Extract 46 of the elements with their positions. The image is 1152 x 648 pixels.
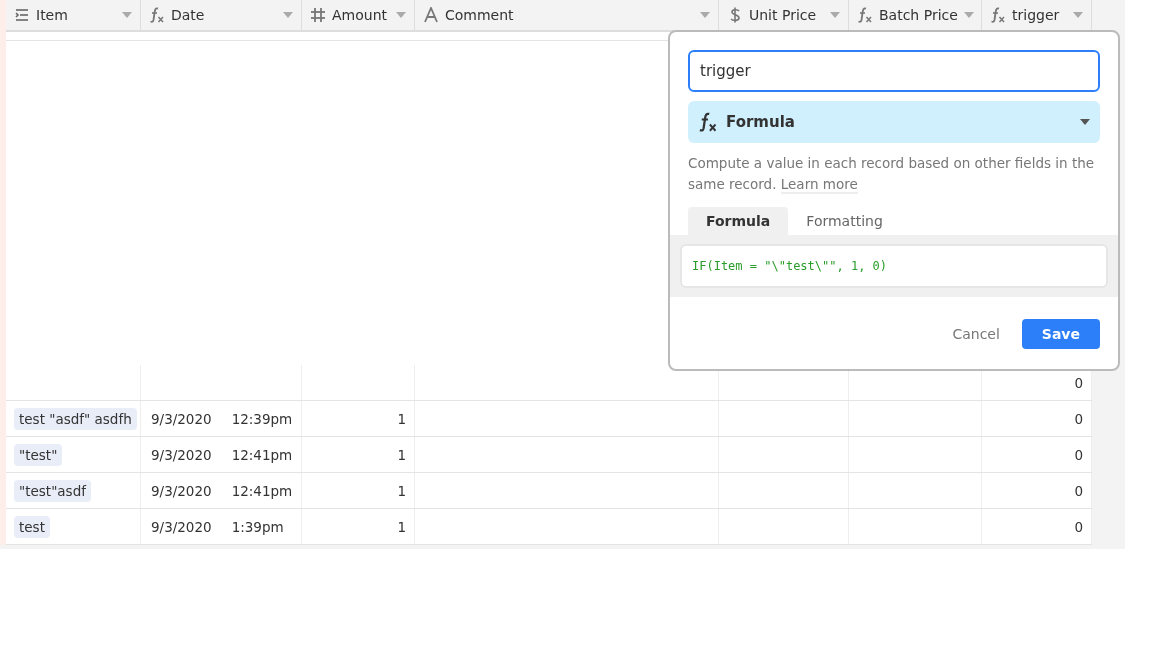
field-name-input[interactable]: trigger — [688, 50, 1100, 92]
editor-tab[interactable]: Formatting — [788, 207, 901, 235]
formula-icon — [149, 7, 165, 23]
caret-icon[interactable] — [963, 12, 974, 18]
column-header[interactable]: Date — [141, 0, 302, 30]
hash-icon — [310, 7, 326, 23]
date-text: 9/3/2020 12:41pm — [150, 446, 293, 463]
record-chip[interactable]: "test"asdf — [14, 479, 91, 502]
amount-text: 1 — [397, 410, 406, 427]
caret-icon — [1080, 119, 1090, 125]
trigger-value: 0 — [1074, 410, 1083, 427]
caret-icon[interactable] — [396, 12, 406, 18]
column-header[interactable]: Item — [6, 0, 141, 30]
caret-icon[interactable] — [700, 12, 710, 18]
amount-text: 1 — [397, 482, 406, 499]
formula-input[interactable]: IF(Item = "\"test\"", 1, 0) — [680, 244, 1108, 288]
date-text: 9/3/2020 12:41pm — [150, 482, 293, 499]
text-icon — [423, 7, 439, 23]
amount-text: 1 — [397, 446, 406, 463]
trigger-value: 0 — [1074, 518, 1083, 535]
field-description: Compute a value in each record based on other fields in the same record. Learn more — [688, 154, 1096, 195]
trigger-value: 0 — [1074, 446, 1083, 463]
learn-more-link[interactable]: Learn more — [780, 176, 858, 194]
cancel-button[interactable]: Cancel — [948, 319, 1004, 349]
list-icon — [14, 7, 30, 23]
record-chip[interactable]: "test" — [14, 443, 63, 466]
caret-icon[interactable] — [830, 12, 840, 18]
caret-icon[interactable] — [283, 12, 293, 18]
record-chip[interactable]: test — [14, 515, 50, 538]
save-button[interactable]: Save — [1021, 319, 1100, 349]
amount-text: 1 — [397, 518, 406, 535]
trigger-value: 0 — [1074, 482, 1083, 499]
record-chip[interactable]: test "asdf" asdfh — [14, 407, 137, 430]
formula-icon — [698, 112, 718, 132]
caret-icon[interactable] — [122, 12, 132, 18]
caret-icon[interactable] — [1073, 12, 1083, 18]
field-type-label: Formula — [726, 113, 796, 131]
dollar-icon — [727, 7, 743, 23]
column-header[interactable]: Amount — [302, 0, 415, 30]
date-text: 9/3/2020 1:39pm — [150, 518, 284, 535]
trigger-value: 0 — [1074, 374, 1083, 391]
formula-icon — [857, 7, 873, 23]
date-text: 9/3/2020 12:39pm — [150, 410, 293, 427]
formula-icon — [990, 7, 1006, 23]
field-type-dropdown[interactable]: Formula — [688, 101, 1100, 143]
editor-tab[interactable]: Formula — [688, 207, 789, 235]
